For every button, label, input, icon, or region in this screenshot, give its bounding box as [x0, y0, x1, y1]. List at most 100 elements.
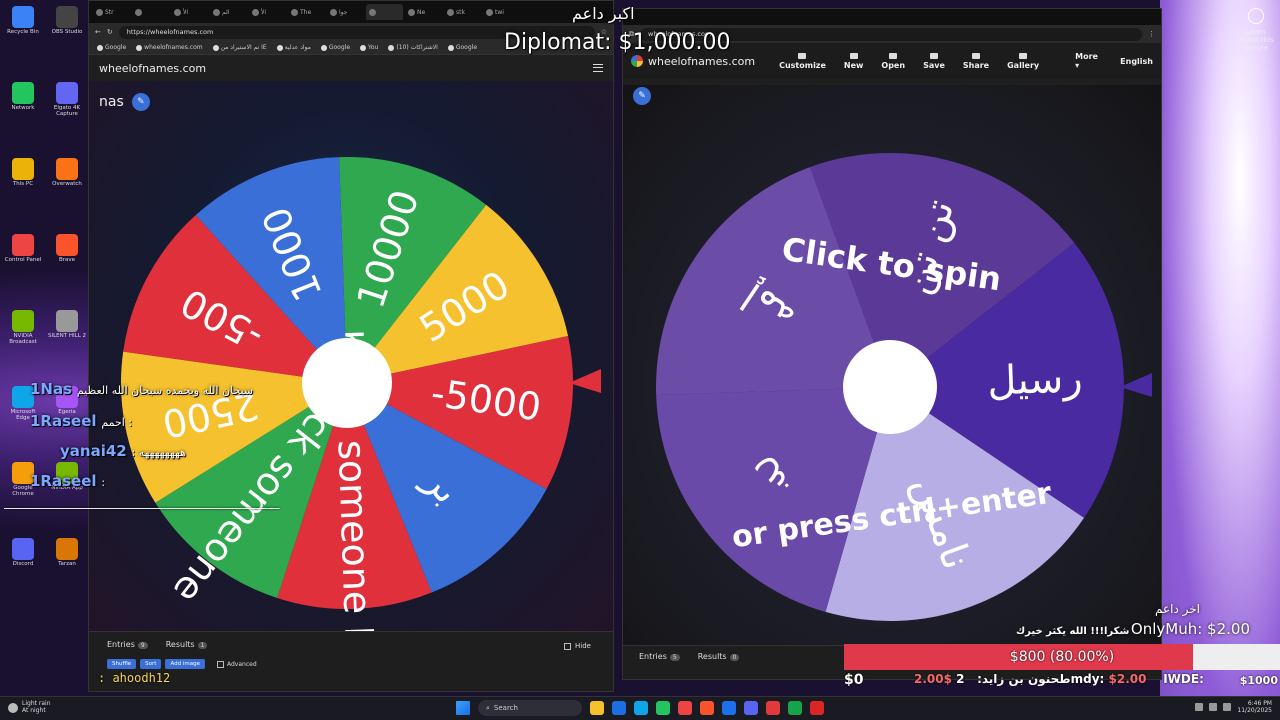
taskbar-app-icon[interactable] [766, 701, 780, 715]
browser-tab[interactable]: الأ [171, 4, 208, 20]
taskbar-app-icon[interactable] [722, 701, 736, 715]
browser-tab[interactable]: The [288, 4, 325, 20]
weather-widget[interactable]: Light rain At night [8, 700, 51, 714]
desktop-icon-label: Brave [58, 257, 76, 263]
menu-more[interactable]: More ▾ [1075, 52, 1102, 70]
bookmark-item[interactable]: الاشتراكات (10) [388, 44, 438, 51]
tab-entries[interactable]: Entries 9 [107, 640, 148, 649]
tab-favicon-icon [291, 8, 298, 16]
bookmark-item[interactable]: مواد عدلية [276, 44, 311, 51]
desktop-icon[interactable]: Discord [4, 538, 42, 568]
battery-icon[interactable] [1223, 703, 1232, 712]
taskbar-clock[interactable]: 6:46 PM 11/20/2025 [1237, 700, 1272, 714]
browser-tab[interactable]: Str [93, 4, 130, 20]
browser-tab[interactable] [132, 4, 169, 20]
wheel-pointer-icon [1120, 373, 1152, 397]
desktop-icon[interactable]: Network [4, 82, 42, 112]
tab-label: الأ [261, 8, 267, 16]
taskbar-app-icon[interactable] [612, 701, 626, 715]
desktop-icon[interactable]: OBS Studio [48, 6, 86, 36]
taskbar-app-icon[interactable] [744, 701, 758, 715]
bookmark-icon [447, 44, 454, 51]
new-icon [849, 52, 858, 59]
reload-icon[interactable]: ↻ [107, 28, 113, 36]
menu-save[interactable]: Save [923, 52, 945, 70]
app-icon [56, 6, 78, 28]
add-image-button[interactable]: Add image [165, 659, 205, 669]
taskbar-app-icon[interactable] [678, 701, 692, 715]
taskbar-app-icon[interactable] [634, 701, 648, 715]
browser-tab[interactable]: Ne [405, 4, 442, 20]
tab-results[interactable]: Results 0 [698, 652, 740, 675]
tab-label: الأ [183, 8, 189, 16]
menu-customize[interactable]: Customize [779, 52, 826, 70]
wifi-icon[interactable] [1195, 703, 1204, 712]
desktop-icon-label: Elgato 4K Capture [53, 105, 81, 117]
menu-new[interactable]: New [844, 52, 863, 70]
taskbar-app-icon[interactable] [590, 701, 604, 715]
wheel-hub[interactable] [843, 340, 937, 434]
volume-icon[interactable] [1209, 703, 1218, 712]
taskbar-search[interactable]: ⌕ Search [478, 700, 582, 716]
bookmark-item[interactable]: wheelofnames.com [136, 44, 203, 51]
desktop-icon-label: Tarzan [58, 561, 76, 567]
hide-checkbox[interactable]: Hide [564, 642, 591, 650]
bookmark-item[interactable]: Google [447, 44, 477, 51]
desktop-icon[interactable]: Control Panel [4, 234, 42, 264]
desktop-icon[interactable]: Brave [48, 234, 86, 264]
app-icon [12, 234, 34, 256]
language-selector[interactable]: English [1120, 57, 1153, 66]
app-icon [56, 234, 78, 256]
menu-share[interactable]: Share [963, 52, 989, 70]
desktop-icon-label: OBS Studio [51, 29, 83, 35]
learn-about-picture[interactable]: Learn about this picture [1236, 8, 1276, 52]
goal-bar: $800 (80.00%) [844, 644, 1280, 670]
advanced-checkbox[interactable]: Advanced [216, 660, 257, 668]
menu-gallery[interactable]: Gallery [1007, 52, 1039, 70]
browser-tab[interactable]: جوا [327, 4, 364, 20]
bookmark-item[interactable]: Google [320, 44, 350, 51]
bookmark-item[interactable]: You [360, 44, 378, 51]
app-icon [56, 538, 78, 560]
app-icon [56, 310, 78, 332]
desktop-icon[interactable]: NVIDIA Broadcast [4, 310, 42, 346]
start-icon[interactable] [456, 701, 470, 715]
tab-results[interactable]: Results 1 [166, 640, 208, 649]
taskbar-app-icon[interactable] [700, 701, 714, 715]
latest-supporter-label: اخر داعم [1154, 602, 1200, 616]
desktop-icon[interactable]: This PC [4, 158, 42, 188]
desktop-icon[interactable]: Overwatch [48, 158, 86, 188]
site-name[interactable]: wheelofnames.com [99, 62, 206, 75]
browser-tab[interactable]: stk [444, 4, 481, 20]
bookmark-icon [360, 44, 367, 51]
tab-entries[interactable]: Entries 5 [639, 652, 680, 675]
left-browser-window: Str الأ الم الأ The جوا Ne stk twi ← ↻ https://w… [88, 0, 614, 692]
desktop-icon[interactable]: SILENT HILL 2 [48, 310, 86, 340]
chat-overlay: 1Nas سبحان الله وبحمده سبحان الله العظيم… [0, 380, 600, 520]
browser-tab[interactable] [366, 4, 403, 20]
bookmark-item[interactable]: Google [97, 44, 126, 51]
browser-tab[interactable]: الأ [249, 4, 286, 20]
goal-start: $0 [844, 672, 864, 688]
top-donation-amount: Diplomat: $1,000.00 [504, 30, 731, 55]
taskbar-app-icon[interactable] [788, 701, 802, 715]
bookmark-item[interactable]: تم الاستيراد من IE [212, 44, 267, 51]
top-donation-title: اكبر داعم [572, 4, 635, 23]
right-wheel[interactable]: تن تنرسيلنامسغإمهClick to spinor press c… [623, 85, 1161, 645]
app-icon [12, 538, 34, 560]
taskbar-app-icon[interactable] [810, 701, 824, 715]
desktop-icon[interactable]: Tarzan [48, 538, 86, 568]
back-icon[interactable]: ← [95, 28, 101, 36]
menu-open[interactable]: Open [881, 52, 905, 70]
desktop-icon[interactable]: Elgato 4K Capture [48, 82, 86, 118]
hamburger-icon[interactable] [593, 64, 603, 72]
shuffle-button[interactable]: Shuffle [107, 659, 137, 669]
share-icon [971, 52, 980, 59]
browser-tab[interactable]: الم [210, 4, 247, 20]
desktop-icon-label: SILENT HILL 2 [48, 333, 87, 339]
sort-button[interactable]: Sort [140, 659, 162, 669]
extensions-icon[interactable]: ⋮ [1148, 30, 1155, 38]
left-wheel[interactable]: 100005000-5000برbring someone backkick s… [89, 81, 613, 631]
taskbar-app-icon[interactable] [656, 701, 670, 715]
desktop-icon[interactable]: Recycle Bin [4, 6, 42, 36]
